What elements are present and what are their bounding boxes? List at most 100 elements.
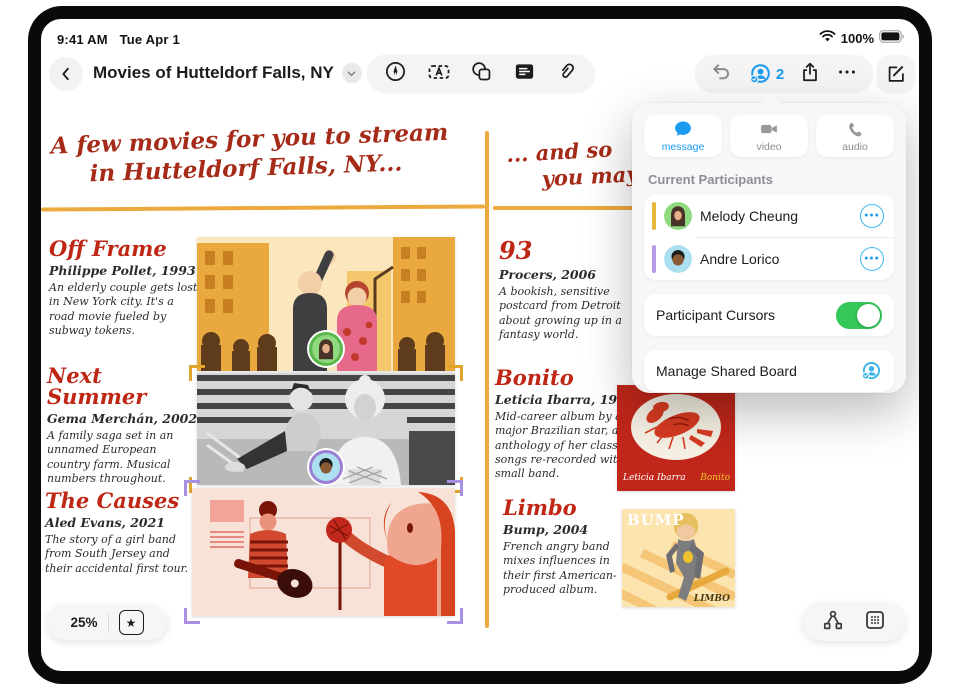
connector-tool-button[interactable] bbox=[821, 608, 845, 637]
message-label: message bbox=[662, 141, 705, 153]
ipad-frame: 9:41 AM Tue Apr 1 100% Movies of Hutteld… bbox=[28, 6, 932, 684]
movie-byline: Aled Evans, 2021 bbox=[45, 515, 197, 530]
video-button[interactable]: video bbox=[730, 115, 808, 157]
album-desc: A bookish, sensitive postcard from Detro… bbox=[499, 285, 639, 342]
selection-corner bbox=[184, 480, 200, 496]
movie-desc: The story of a girl band from South Jers… bbox=[45, 533, 197, 576]
participant-cursor-andre bbox=[312, 453, 340, 481]
participants-header: Current Participants bbox=[648, 172, 894, 187]
more-button[interactable] bbox=[836, 61, 858, 88]
compose-icon bbox=[885, 63, 907, 85]
movie-title: Off Frame bbox=[49, 238, 199, 259]
participant-options-button[interactable]: ●●● bbox=[860, 204, 884, 228]
audio-label: audio bbox=[842, 141, 868, 153]
participant-name: Andre Lorico bbox=[700, 251, 852, 267]
participant-name: Melody Cheung bbox=[700, 208, 852, 224]
participant-color-bar bbox=[652, 202, 656, 230]
toolbar: Movies of Hutteldorf Falls, NY 2 bbox=[41, 55, 919, 99]
audio-button[interactable]: audio bbox=[816, 115, 894, 157]
collaborators-count: 2 bbox=[776, 66, 784, 83]
movie-still-the-causes[interactable] bbox=[192, 488, 455, 616]
manage-shared-board-button[interactable]: Manage Shared Board bbox=[644, 350, 894, 392]
album-cover-limbo[interactable]: BUMP LIMBO bbox=[622, 509, 735, 607]
selection-corner bbox=[189, 365, 205, 381]
wifi-icon bbox=[819, 30, 836, 46]
movie-entry-off-frame[interactable]: Off Frame Philippe Pollet, 1993 An elder… bbox=[49, 238, 199, 338]
status-bar: 9:41 AM Tue Apr 1 100% bbox=[41, 19, 919, 49]
status-date: Tue Apr 1 bbox=[120, 32, 180, 47]
album-title: Bonito bbox=[495, 367, 637, 388]
participant-cursors-toggle[interactable] bbox=[836, 302, 882, 329]
divider-line-left bbox=[41, 204, 485, 211]
text-tool-button[interactable] bbox=[427, 60, 451, 89]
movie-byline: Gema Merchán, 2002 bbox=[47, 411, 199, 426]
collaboration-popover: message video audio Current Participants… bbox=[632, 103, 906, 393]
movie-entry-the-causes[interactable]: The Causes Aled Evans, 2021 The story of… bbox=[45, 490, 197, 576]
tools-pill bbox=[367, 55, 595, 93]
selection-corner bbox=[184, 608, 200, 624]
album-title: 93 bbox=[499, 239, 639, 263]
phone-icon bbox=[846, 120, 865, 139]
attachment-button[interactable] bbox=[555, 60, 578, 88]
message-button[interactable]: message bbox=[644, 115, 722, 157]
album-cover-bonito[interactable]: Leticia Ibarra Bonito bbox=[617, 385, 735, 491]
ellipsis-icon: ●●● bbox=[864, 255, 880, 262]
selection-corner bbox=[447, 365, 463, 381]
bottom-right-pill bbox=[803, 603, 905, 641]
ellipsis-icon: ●●● bbox=[864, 212, 880, 219]
grid-view-button[interactable] bbox=[863, 608, 887, 637]
zoom-level[interactable]: 25% bbox=[70, 615, 97, 630]
pill-divider bbox=[108, 613, 109, 633]
shapes-tool-button[interactable] bbox=[470, 60, 493, 88]
movie-byline: Philippe Pollet, 1993 bbox=[49, 263, 199, 278]
undo-button[interactable] bbox=[710, 60, 733, 88]
album-entry-93[interactable]: 93 Procers, 2006 A bookish, sensitive po… bbox=[499, 239, 639, 342]
manage-collaboration-icon bbox=[860, 360, 882, 382]
freeform-app: 9:41 AM Tue Apr 1 100% Movies of Hutteld… bbox=[41, 19, 919, 671]
album-entry-limbo[interactable]: Limbo Bump, 2004 French angry band mixes… bbox=[503, 497, 638, 597]
zoom-pill: 25% ★ bbox=[47, 605, 167, 640]
sticky-note-tool-button[interactable] bbox=[513, 60, 536, 88]
album-cover-top-text: BUMP bbox=[627, 511, 685, 529]
video-label: video bbox=[756, 141, 781, 153]
avatar-andre bbox=[664, 245, 692, 273]
participant-row-andre[interactable]: Andre Lorico ●●● bbox=[644, 238, 894, 280]
title-menu-button[interactable] bbox=[342, 63, 362, 83]
participant-cursor-melody bbox=[312, 335, 340, 363]
screenshot: 9:41 AM Tue Apr 1 100% Movies of Hutteld… bbox=[0, 0, 960, 690]
favorite-button[interactable]: ★ bbox=[119, 610, 144, 635]
video-camera-icon bbox=[758, 119, 780, 139]
draw-tool-button[interactable] bbox=[384, 60, 407, 88]
album-entry-bonito[interactable]: Bonito Leticia Ibarra, 1986 Mid-career a… bbox=[495, 367, 637, 481]
participant-options-button[interactable]: ●●● bbox=[860, 247, 884, 271]
actions-pill: 2 bbox=[695, 55, 873, 93]
page-title: Movies of Hutteldorf Falls, NY bbox=[93, 63, 334, 83]
album-byline: Procers, 2006 bbox=[499, 267, 639, 282]
movie-title: The Causes bbox=[45, 490, 197, 511]
movie-still-next-summer[interactable] bbox=[197, 373, 455, 485]
collaboration-button[interactable]: 2 bbox=[748, 62, 784, 86]
album-cover-title-text: Bonito bbox=[700, 473, 730, 483]
battery-percent: 100% bbox=[841, 31, 874, 46]
status-time: 9:41 AM bbox=[57, 32, 108, 47]
movie-desc: An elderly couple gets lost in New York … bbox=[49, 281, 199, 338]
selection-corner bbox=[447, 480, 463, 496]
avatar-melody bbox=[664, 202, 692, 230]
back-button[interactable] bbox=[49, 57, 83, 91]
album-cover-artist-text: Leticia Ibarra bbox=[623, 473, 686, 483]
album-desc: Mid-career album by a major Brazilian st… bbox=[495, 410, 637, 481]
movie-entry-next-summer[interactable]: Next Summer Gema Merchán, 2002 A family … bbox=[47, 365, 199, 486]
album-desc: French angry band mixes influences in th… bbox=[503, 540, 638, 597]
participant-row-melody[interactable]: Melody Cheung ●●● bbox=[644, 195, 894, 237]
headline-left[interactable]: A few movies for you to stream in Huttel… bbox=[50, 117, 492, 190]
new-board-button[interactable] bbox=[877, 55, 915, 93]
chevron-down-icon bbox=[346, 68, 357, 79]
movie-still-off-frame[interactable] bbox=[197, 237, 455, 371]
movie-title: Next Summer bbox=[47, 365, 199, 407]
battery-icon bbox=[879, 30, 905, 46]
album-title: Limbo bbox=[503, 497, 638, 518]
share-button[interactable] bbox=[799, 61, 821, 88]
board-title[interactable]: Movies of Hutteldorf Falls, NY bbox=[93, 63, 362, 83]
participant-cursors-label: Participant Cursors bbox=[656, 307, 836, 323]
album-cover-bottom-text: LIMBO bbox=[694, 594, 730, 604]
